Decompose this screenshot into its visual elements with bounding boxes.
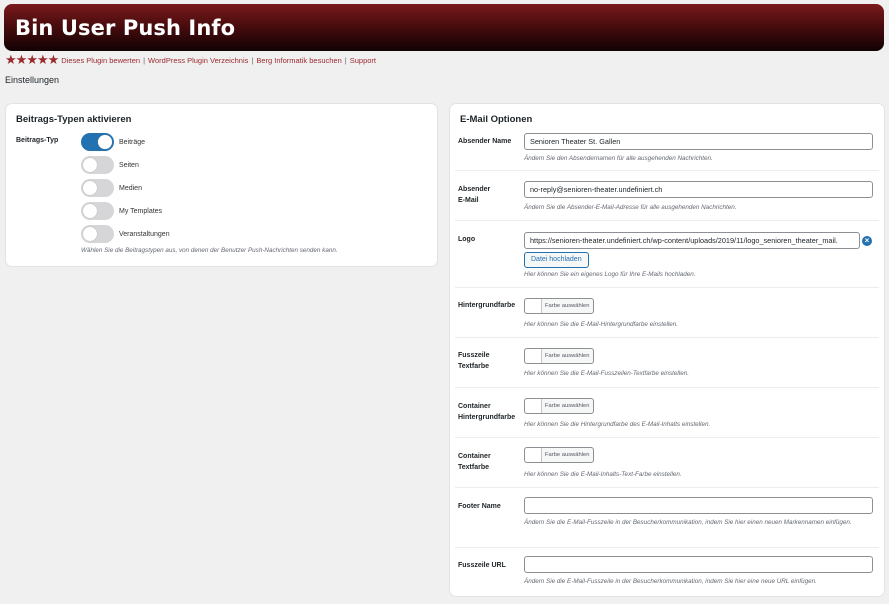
divider (455, 437, 879, 438)
toggle-knob (83, 227, 97, 241)
container-bg-color-picker[interactable]: Farbe auswählen (524, 398, 594, 414)
toggle-label: Veranstaltungen (119, 230, 170, 238)
toggle-knob (83, 158, 97, 172)
toggle-beitraege[interactable] (81, 133, 114, 151)
post-type-row: Medien (81, 179, 142, 197)
sender-email-field[interactable]: no-reply@senioren-theater.undefiniert.ch (524, 181, 873, 198)
sender-email-label-line2: E-Mail (458, 197, 479, 204)
sender-name-label: Absender Name (458, 138, 512, 145)
post-types-card: Beitrags-Typen aktivieren Beitrags-Typ B… (6, 104, 437, 266)
separator: | (251, 55, 254, 65)
email-options-title: E-Mail Optionen (460, 114, 533, 125)
footer-text-color-picker[interactable]: Farbe auswählen (524, 348, 594, 364)
bg-color-label: Hintergrundfarbe (458, 302, 516, 309)
sender-email-label: Absender E-Mail (458, 184, 523, 206)
toggle-label: Seiten (119, 161, 139, 169)
post-type-label: Beitrags-Typ (16, 137, 59, 144)
logo-help: Hier können Sie ein eigenes Logo für Ihr… (524, 271, 696, 278)
divider (455, 547, 879, 548)
color-picker-label: Farbe auswählen (545, 353, 590, 359)
toggle-seiten[interactable] (81, 156, 114, 174)
toggle-knob (83, 204, 97, 218)
visit-berg-link[interactable]: Berg Informatik besuchen (256, 56, 341, 65)
divider (455, 337, 879, 338)
divider (455, 487, 879, 488)
logo-url-field[interactable]: https://senioren-theater.undefiniert.ch/… (524, 232, 860, 249)
separator: | (344, 55, 347, 65)
post-types-title: Beitrags-Typen aktivieren (16, 114, 132, 125)
sender-email-label-line1: Absender (458, 186, 491, 193)
footer-text-color-label: Fusszeile Textfarbe (458, 350, 523, 372)
color-swatch (525, 299, 542, 313)
logo-label: Logo (458, 236, 476, 243)
post-type-row: Veranstaltungen (81, 225, 170, 243)
container-text-label-line2: Textfarbe (458, 464, 489, 471)
page-subtitle: Einstellungen (5, 75, 60, 85)
toggle-knob (83, 181, 97, 195)
container-bg-label: Container Hintergrundfarbe (458, 401, 523, 423)
toggle-label: Medien (119, 184, 142, 192)
post-types-help: Wählen Sie die Beitragstypen aus, von de… (81, 247, 338, 254)
toggle-label: Beiträge (119, 138, 146, 146)
upload-file-button[interactable]: Datei hochladen (524, 252, 589, 268)
container-bg-label-line1: Container (458, 403, 491, 410)
footer-text-color-label-line1: Fusszeile (458, 352, 490, 359)
footer-url-label: Fusszeile URL (458, 562, 506, 569)
toggle-knob (98, 135, 112, 149)
divider (455, 287, 879, 288)
post-type-row: My Templates (81, 202, 162, 220)
rating-stars[interactable]: ★ ★ ★ ★ ★ (5, 52, 60, 67)
divider (455, 387, 879, 388)
plugin-title: Bin User Push Info (15, 16, 236, 40)
rate-plugin-link[interactable]: Dieses Plugin bewerten (61, 56, 140, 65)
plugin-directory-link[interactable]: WordPress Plugin Verzeichnis (148, 56, 248, 65)
color-swatch (525, 399, 542, 413)
footer-name-field[interactable] (524, 497, 873, 514)
support-link[interactable]: Support (350, 56, 376, 65)
toggle-label: My Templates (119, 207, 163, 215)
container-text-label: Container Textfarbe (458, 451, 523, 473)
divider (455, 220, 879, 221)
color-swatch (525, 349, 542, 363)
footer-url-field[interactable] (524, 556, 873, 573)
container-bg-label-line2: Hintergrundfarbe (458, 414, 516, 421)
container-bg-help: Hier können Sie die Hintergrundfarbe des… (524, 421, 711, 428)
container-text-color-picker[interactable]: Farbe auswählen (524, 447, 594, 463)
container-text-label-line1: Container (458, 453, 491, 460)
email-options-card: E-Mail Optionen Absender Name Senioren T… (450, 104, 884, 596)
sender-email-help: Ändern Sie die Absender-E-Mail-Adresse f… (524, 204, 737, 211)
sender-name-help: Ändern Sie den Absendernamen für alle au… (524, 155, 713, 162)
star-icon: ★ (47, 52, 60, 67)
bg-color-picker[interactable]: Farbe auswählen (524, 298, 594, 314)
plugin-links: ★ ★ ★ ★ ★ Dieses Plugin bewerten | WordP… (5, 52, 376, 67)
color-picker-label: Farbe auswählen (545, 303, 590, 309)
toggle-my-templates[interactable] (81, 202, 114, 220)
plugin-header: Bin User Push Info (4, 4, 884, 51)
sender-name-field[interactable]: Senioren Theater St. Gallen (524, 133, 873, 150)
color-picker-label: Farbe auswählen (545, 452, 590, 458)
footer-text-color-help: Hier können Sie die E-Mail-Fusszeilen-Te… (524, 370, 689, 377)
post-type-row: Seiten (81, 156, 139, 174)
footer-text-color-label-line2: Textfarbe (458, 363, 489, 370)
toggle-medien[interactable] (81, 179, 114, 197)
footer-url-help: Ändern Sie die E-Mail-Fusszeile in der B… (524, 578, 817, 585)
color-picker-label: Farbe auswählen (545, 403, 590, 409)
color-swatch (525, 448, 542, 462)
divider (455, 170, 879, 171)
post-type-row: Beiträge (81, 133, 145, 151)
footer-name-label: Footer Name (458, 503, 501, 510)
separator: | (143, 55, 146, 65)
clear-icon[interactable]: × (862, 236, 872, 246)
footer-name-help: Ändern Sie die E-Mail-Fusszeile in der B… (524, 519, 852, 526)
container-text-help: Hier können Sie die E-Mail-Inhalts-Text-… (524, 471, 682, 478)
toggle-veranstaltungen[interactable] (81, 225, 114, 243)
bg-color-help: Hier können Sie die E-Mail-Hintergrundfa… (524, 321, 679, 328)
